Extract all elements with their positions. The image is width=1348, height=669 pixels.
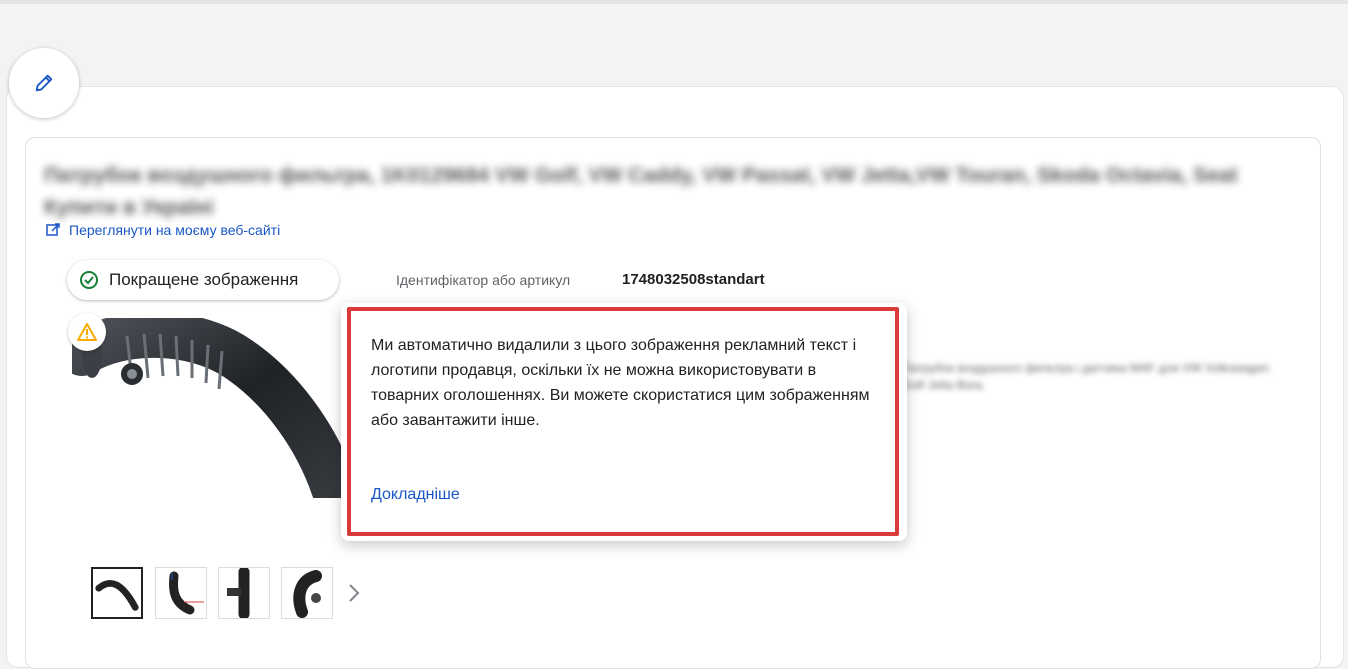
image-edit-popup: Ми автоматично видалили з цього зображен… xyxy=(341,303,907,541)
thumbnail-2[interactable] xyxy=(155,567,207,619)
popup-message: Ми автоматично видалили з цього зображен… xyxy=(371,337,870,429)
thumbnail-image xyxy=(95,580,139,611)
product-image[interactable] xyxy=(72,318,352,498)
check-circle-icon xyxy=(80,271,98,289)
pencil-icon xyxy=(35,74,53,92)
thumbnail-image xyxy=(227,568,250,618)
thumbnail-4[interactable] xyxy=(281,567,333,619)
open-in-new-icon xyxy=(46,223,60,236)
id-value: 1748032508standart xyxy=(622,271,765,288)
thumbnail-3[interactable] xyxy=(218,567,270,619)
id-label: Ідентифікатор або артикул xyxy=(396,272,571,288)
edit-button[interactable] xyxy=(9,48,79,118)
thumbnail-image xyxy=(169,571,204,615)
view-on-website-label: Переглянути на моєму веб-сайті xyxy=(69,222,281,238)
warning-badge[interactable] xyxy=(68,313,106,351)
learn-more-link[interactable]: Докладніше xyxy=(371,486,460,504)
product-description: Патрубок воздушного фильтра і датчика MA… xyxy=(902,361,1270,392)
warning-icon xyxy=(77,323,97,341)
view-on-website-link[interactable]: Переглянути на моєму веб-сайті xyxy=(46,222,280,238)
thumbnail-image xyxy=(293,570,322,618)
chevron-right-icon[interactable] xyxy=(343,578,365,608)
enhanced-image-label: Покращене зображення xyxy=(109,270,299,289)
product-title: Патрубок воздушного фильтра, 1K0129684 V… xyxy=(44,164,1238,219)
thumbnail-1[interactable] xyxy=(91,567,143,619)
top-divider xyxy=(0,0,1348,4)
enhanced-image-chip[interactable]: Покращене зображення xyxy=(67,260,339,300)
